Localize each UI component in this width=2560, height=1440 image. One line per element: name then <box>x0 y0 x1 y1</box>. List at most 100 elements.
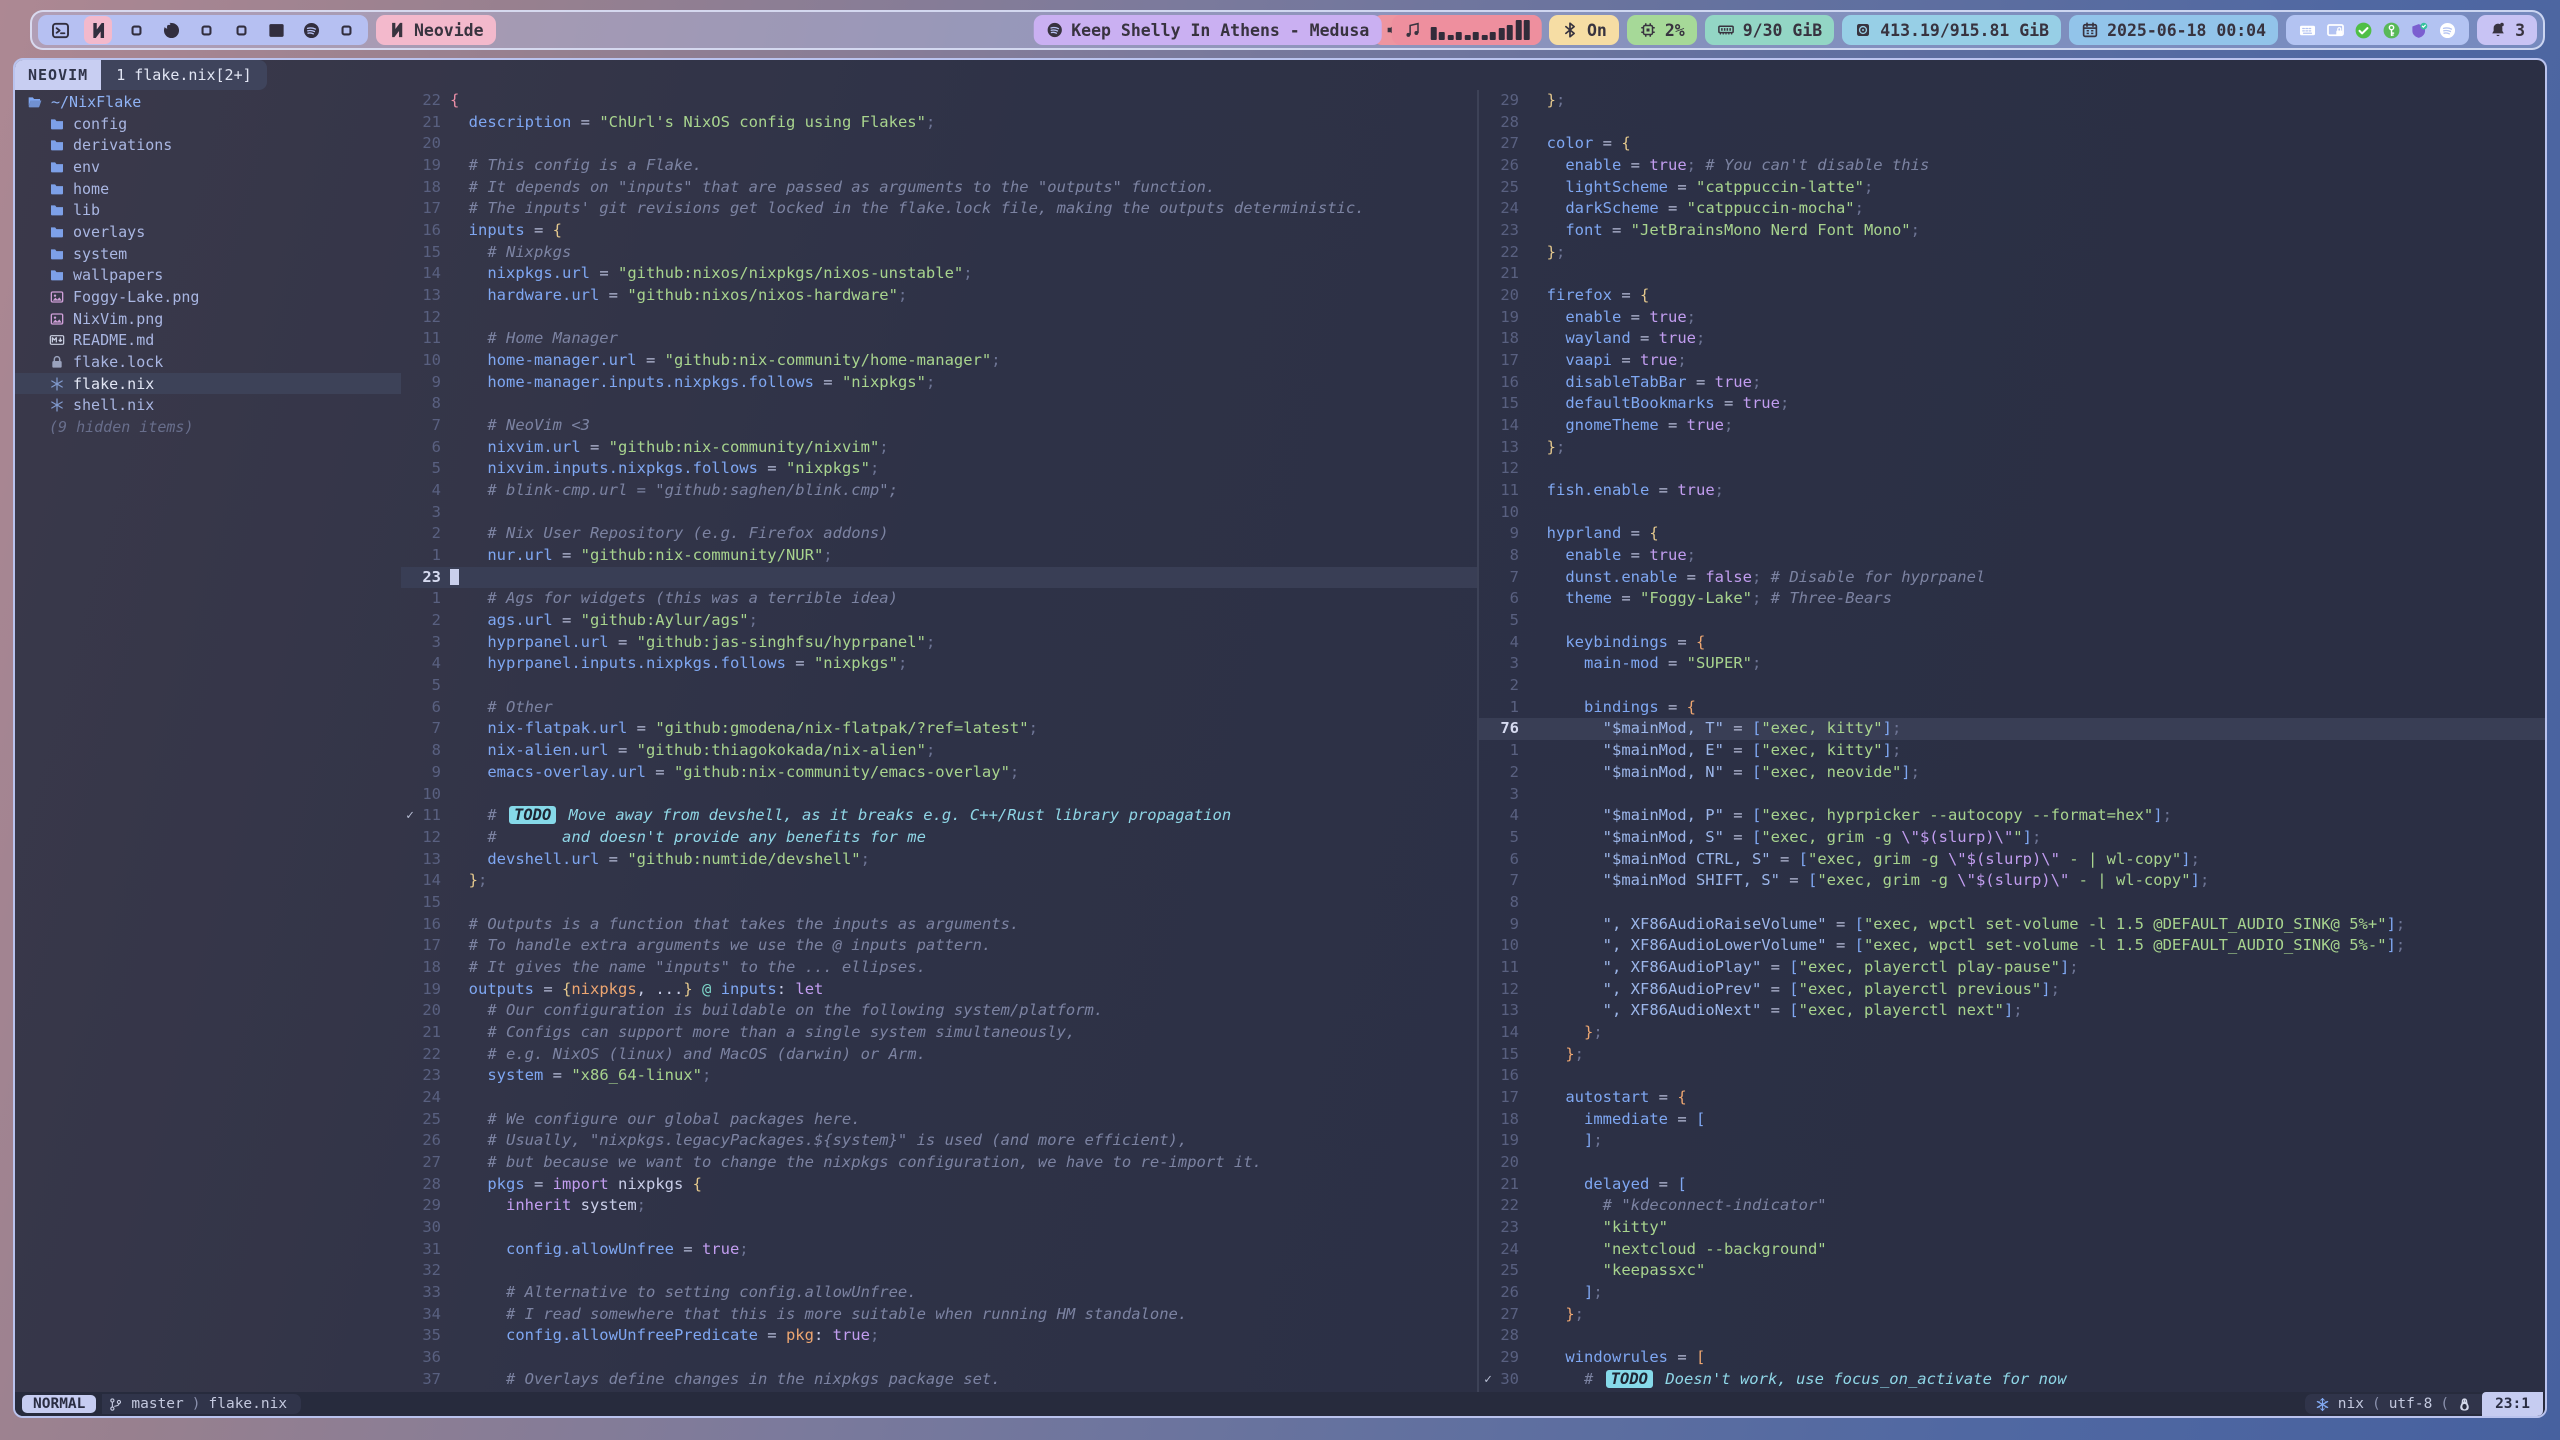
code-line[interactable]: 2 "$mainMod, N" = ["exec, neovide"]; <box>1479 762 2545 784</box>
code-line[interactable]: 22 # "kdeconnect-indicator" <box>1479 1195 2545 1217</box>
tree-item-Foggy-Lake.png[interactable]: Foggy-Lake.png <box>15 286 401 308</box>
code-line[interactable]: 1 bindings = { <box>1479 697 2545 719</box>
code-line[interactable]: 9 ", XF86AudioRaiseVolume" = ["exec, wpc… <box>1479 914 2545 936</box>
code-line[interactable]: 3 main-mod = "SUPER"; <box>1479 653 2545 675</box>
workspace-button-2[interactable] <box>84 16 112 44</box>
memory-widget[interactable]: 9/30 GiB <box>1705 15 1834 45</box>
code-line[interactable]: 12 ", XF86AudioPrev" = ["exec, playerctl… <box>1479 979 2545 1001</box>
tree-item-config[interactable]: config <box>15 113 401 135</box>
code-line[interactable]: 10 <box>401 784 1477 806</box>
code-line[interactable]: 25 "keepassxc" <box>1479 1260 2545 1282</box>
code-line[interactable]: 9 emacs-overlay.url = "github:nix-commun… <box>401 762 1477 784</box>
code-line[interactable]: 29 }; <box>1479 90 2545 112</box>
nextcloud-icon[interactable] <box>2354 21 2373 40</box>
code-line[interactable]: 28 <box>1479 112 2545 134</box>
code-line[interactable]: 17 # The inputs' git revisions get locke… <box>401 198 1477 220</box>
code-line[interactable]: 24 <box>401 1087 1477 1109</box>
code-line[interactable]: 17 vaapi = true; <box>1479 350 2545 372</box>
notification-bell[interactable]: 3 <box>2477 15 2537 45</box>
code-line[interactable]: 24 "nextcloud --background" <box>1479 1239 2545 1261</box>
code-line[interactable]: 19 # This config is a Flake. <box>401 155 1477 177</box>
workspace-button-9[interactable] <box>335 19 357 41</box>
code-line[interactable]: 37 # Overlays define changes in the nixp… <box>401 1369 1477 1391</box>
code-line[interactable]: 15 defaultBookmarks = true; <box>1479 393 2545 415</box>
code-line[interactable]: 11 # Home Manager <box>401 328 1477 350</box>
code-line[interactable]: 2 <box>1479 675 2545 697</box>
tree-item-wallpapers[interactable]: wallpapers <box>15 264 401 286</box>
code-line[interactable]: 4 "$mainMod, P" = ["exec, hyprpicker --a… <box>1479 805 2545 827</box>
editor-right-pane[interactable]: 29 };2827 color = {26 enable = true; # Y… <box>1479 90 2545 1392</box>
code-line[interactable]: 19 outputs = {nixpkgs, ...} @ inputs: le… <box>401 979 1477 1001</box>
code-line[interactable]: 5 nixvim.inputs.nixpkgs.follows = "nixpk… <box>401 458 1477 480</box>
active-window-title[interactable]: Neovide <box>376 15 496 45</box>
code-line[interactable]: 12 <box>1479 458 2545 480</box>
code-line[interactable]: 2 ags.url = "github:Aylur/ags"; <box>401 610 1477 632</box>
code-line[interactable]: 26 enable = true; # You can't disable th… <box>1479 155 2545 177</box>
code-line[interactable]: 9 home-manager.inputs.nixpkgs.follows = … <box>401 372 1477 394</box>
workspace-button-6[interactable] <box>230 19 252 41</box>
code-line[interactable]: 18 immediate = [ <box>1479 1109 2545 1131</box>
tree-item-shell.nix[interactable]: shell.nix <box>15 394 401 416</box>
code-line[interactable]: 14 nixpkgs.url = "github:nixos/nixpkgs/n… <box>401 263 1477 285</box>
code-line[interactable]: 5 "$mainMod, S" = ["exec, grim -g \"$(sl… <box>1479 827 2545 849</box>
clock-widget[interactable]: 2025-06-18 00:04 <box>2069 15 2278 45</box>
code-line[interactable]: 29 inherit system; <box>401 1195 1477 1217</box>
code-line[interactable]: 1 nur.url = "github:nix-community/NUR"; <box>401 545 1477 567</box>
code-line[interactable]: 26 ]; <box>1479 1282 2545 1304</box>
code-line[interactable]: 22{ <box>401 90 1477 112</box>
code-line[interactable]: 4 # blink-cmp.url = "github:saghen/blink… <box>401 480 1477 502</box>
code-line[interactable]: 14 }; <box>1479 1022 2545 1044</box>
code-line[interactable]: 26 # Usually, "nixpkgs.legacyPackages.${… <box>401 1130 1477 1152</box>
code-line[interactable]: 6 # Other <box>401 697 1477 719</box>
tree-item-derivations[interactable]: derivations <box>15 134 401 156</box>
code-line[interactable]: 10 <box>1479 502 2545 524</box>
code-line[interactable]: 23 font = "JetBrainsMono Nerd Font Mono"… <box>1479 220 2545 242</box>
tree-item-overlays[interactable]: overlays <box>15 221 401 243</box>
code-line[interactable]: 32 <box>401 1260 1477 1282</box>
code-line[interactable]: 27 }; <box>1479 1304 2545 1326</box>
code-line[interactable]: 18 wayland = true; <box>1479 328 2545 350</box>
code-line[interactable]: 3 <box>401 502 1477 524</box>
code-line[interactable]: 14 }; <box>401 870 1477 892</box>
tree-item-README.md[interactable]: README.md <box>15 329 401 351</box>
code-line[interactable]: 18 # It depends on "inputs" that are pas… <box>401 177 1477 199</box>
code-line[interactable]: 22 # e.g. NixOS (linux) and MacOS (darwi… <box>401 1044 1477 1066</box>
code-line[interactable]: 4 keybindings = { <box>1479 632 2545 654</box>
code-line[interactable]: 20 <box>1479 1152 2545 1174</box>
tree-root[interactable]: ~/NixFlake <box>15 91 401 113</box>
code-line[interactable]: 20 <box>401 133 1477 155</box>
code-line[interactable]: 4 hyprpanel.inputs.nixpkgs.follows = "ni… <box>401 653 1477 675</box>
code-line[interactable]: 5 <box>1479 610 2545 632</box>
code-line[interactable]: 13 }; <box>1479 437 2545 459</box>
spotify-now-playing[interactable]: Keep Shelly In Athens - Medusa <box>1033 15 1381 45</box>
code-line[interactable]: 7 # NeoVim <3 <box>401 415 1477 437</box>
workspace-button-5[interactable] <box>195 19 217 41</box>
code-line[interactable]: 8 <box>1479 892 2545 914</box>
code-line[interactable]: 35 config.allowUnfreePredicate = pkg: tr… <box>401 1325 1477 1347</box>
code-line[interactable]: 22 }; <box>1479 242 2545 264</box>
code-line[interactable]: 1 # Ags for widgets (this was a terrible… <box>401 588 1477 610</box>
code-line[interactable]: 15 # Nixpkgs <box>401 242 1477 264</box>
code-line[interactable]: 20 # Our configuration is buildable on t… <box>401 1000 1477 1022</box>
code-line[interactable]: 29 windowrules = [ <box>1479 1347 2545 1369</box>
code-line[interactable]: 18 # It gives the name "inputs" to the .… <box>401 957 1477 979</box>
code-line[interactable]: 23 <box>401 567 1477 589</box>
code-line[interactable]: 21 # Configs can support more than a sin… <box>401 1022 1477 1044</box>
code-line[interactable]: 8 enable = true; <box>1479 545 2545 567</box>
code-line[interactable]: 8 <box>401 393 1477 415</box>
code-line[interactable]: 1 "$mainMod, E" = ["exec, kitty"]; <box>1479 740 2545 762</box>
tree-item-NixVim.png[interactable]: NixVim.png <box>15 308 401 330</box>
code-line[interactable]: 19 enable = true; <box>1479 307 2545 329</box>
code-line[interactable]: 11 fish.enable = true; <box>1479 480 2545 502</box>
code-line[interactable]: 17 # To handle extra arguments we use th… <box>401 935 1477 957</box>
code-line[interactable]: 6 nixvim.url = "github:nix-community/nix… <box>401 437 1477 459</box>
code-line[interactable]: ✓30 # TODO Doesn't work, use focus_on_ac… <box>1479 1369 2545 1391</box>
code-line[interactable]: 13 ", XF86AudioNext" = ["exec, playerctl… <box>1479 1000 2545 1022</box>
code-line[interactable]: 23 system = "x86_64-linux"; <box>401 1065 1477 1087</box>
code-line[interactable]: 19 ]; <box>1479 1130 2545 1152</box>
code-line[interactable]: 2 # Nix User Repository (e.g. Firefox ad… <box>401 523 1477 545</box>
tree-item-lib[interactable]: lib <box>15 199 401 221</box>
workspace-button-4[interactable] <box>160 19 182 41</box>
tree-item-flake.lock[interactable]: flake.lock <box>15 351 401 373</box>
code-line[interactable]: 3 hyprpanel.url = "github:jas-singhfsu/h… <box>401 632 1477 654</box>
